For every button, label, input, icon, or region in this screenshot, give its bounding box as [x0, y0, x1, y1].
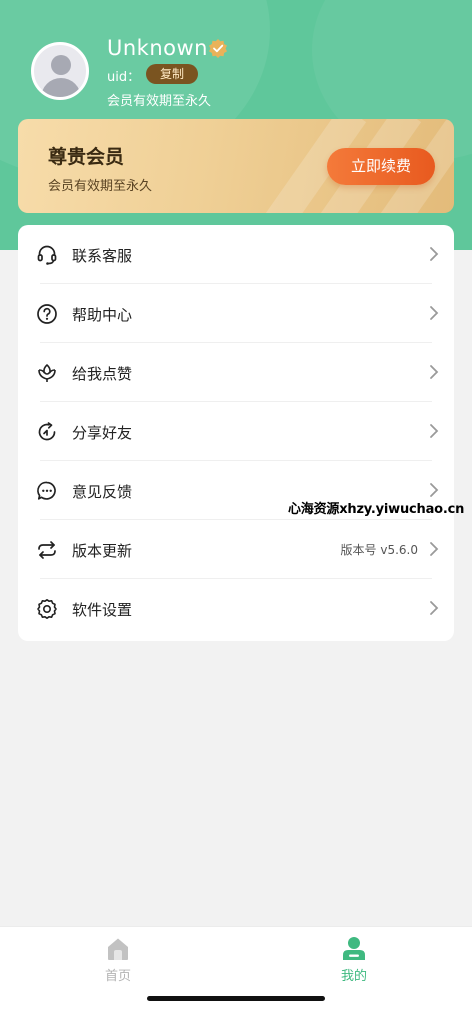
renew-button[interactable]: 立即续费 — [327, 148, 435, 185]
tab-mine[interactable]: 我的 — [236, 927, 472, 997]
vip-subtitle: 会员有效期至永久 — [48, 179, 153, 194]
tab-mine-label: 我的 — [340, 969, 367, 984]
member-expiry-text: 会员有效期至永久 — [107, 94, 212, 109]
gear-icon — [37, 599, 57, 619]
menu-item-settings[interactable]: 软件设置 — [18, 579, 454, 638]
username: Unknown — [107, 36, 208, 60]
menu-item-label: 分享好友 — [72, 424, 133, 442]
menu-item-label: 版本更新 — [72, 542, 133, 560]
help-circle-icon — [37, 304, 57, 324]
bottom-tab-bar: 首页 我的 — [0, 926, 472, 1024]
user-icon — [343, 937, 365, 960]
chat-bubble-icon — [37, 481, 56, 500]
menu-item-help-center[interactable]: 帮助中心 — [18, 284, 454, 343]
refresh-icon — [38, 541, 56, 559]
chevron-right-icon — [430, 365, 439, 379]
uid-label: uid： — [107, 70, 141, 85]
chevron-right-icon — [430, 306, 439, 320]
tab-home-label: 首页 — [104, 969, 131, 984]
version-number: 版本号 v5.6.0 — [340, 543, 418, 557]
menu-item-version-update[interactable]: 版本更新 版本号 v5.6.0 — [18, 520, 454, 579]
vip-title: 尊贵会员 — [48, 146, 125, 168]
chevron-right-icon — [430, 247, 439, 261]
chevron-right-icon — [430, 542, 439, 556]
share-icon — [38, 422, 56, 441]
chevron-right-icon — [430, 601, 439, 615]
flower-icon — [38, 364, 56, 382]
menu-item-contact-support[interactable]: 联系客服 — [18, 225, 454, 284]
avatar-body — [41, 78, 81, 97]
chevron-right-icon — [430, 424, 439, 438]
menu-item-label: 意见反馈 — [72, 483, 133, 501]
chevron-right-icon — [430, 483, 439, 497]
home-indicator — [147, 996, 325, 1001]
headset-icon — [37, 245, 57, 265]
menu-item-label: 软件设置 — [72, 601, 133, 619]
verified-badge-icon — [209, 39, 227, 58]
tab-home[interactable]: 首页 — [0, 927, 236, 997]
menu-item-label: 帮助中心 — [72, 306, 133, 324]
menu-item-share-friends[interactable]: 分享好友 — [18, 402, 454, 461]
avatar-head — [51, 55, 71, 75]
settings-menu: 联系客服 帮助中心 给我点赞 分享好友 意见反馈 版本更新 版本号 v5.6.0… — [18, 225, 454, 641]
menu-item-label: 给我点赞 — [72, 365, 133, 383]
copy-uid-button[interactable]: 复制 — [146, 64, 198, 84]
home-icon — [108, 938, 128, 960]
watermark-text: 心海资源xhzy.yiwuchao.cn — [288, 502, 465, 517]
menu-item-label: 联系客服 — [72, 247, 133, 265]
vip-card[interactable]: 尊贵会员 会员有效期至永久 立即续费 — [18, 119, 454, 213]
avatar[interactable] — [31, 42, 89, 100]
menu-item-rate-us[interactable]: 给我点赞 — [18, 343, 454, 402]
